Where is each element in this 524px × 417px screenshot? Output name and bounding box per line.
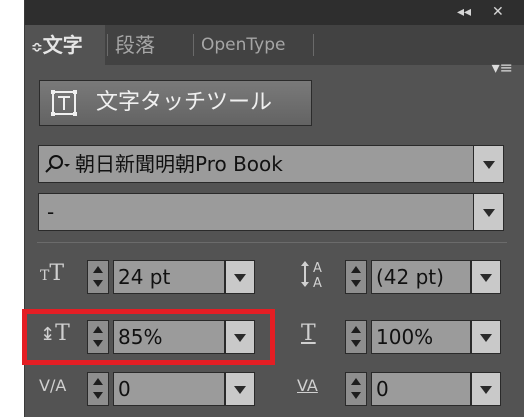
chevron-down-icon[interactable]	[471, 320, 501, 354]
tab-character-label: 文字	[42, 33, 83, 57]
font-family-value: 朝日新聞明朝Pro Book	[75, 152, 283, 176]
chevron-down-icon[interactable]	[473, 194, 503, 230]
tab-character[interactable]: ≎文字	[25, 25, 105, 65]
chevron-down-icon[interactable]	[471, 372, 501, 406]
tab-bar: ≎文字 段落 OpenType ▾≡	[25, 25, 524, 77]
leading-field[interactable]: (42 pt)	[371, 260, 471, 294]
font-size-stepper[interactable]	[87, 260, 109, 294]
horizontal-scale-stepper[interactable]	[345, 320, 367, 354]
chevron-down-icon[interactable]	[225, 372, 255, 406]
leading-icon: A A	[299, 258, 331, 291]
panel-menu-icon[interactable]: ▾≡	[492, 58, 513, 77]
font-size-icon: TT	[40, 261, 65, 286]
tab-divider	[313, 34, 314, 56]
tracking-stepper[interactable]	[345, 372, 367, 406]
tracking-field[interactable]: 0	[371, 372, 471, 406]
tracking-icon: VA	[297, 376, 318, 395]
chevron-down-icon[interactable]	[471, 260, 501, 294]
svg-text:A: A	[313, 261, 322, 276]
highlight-box	[22, 309, 275, 365]
section-divider	[37, 242, 507, 243]
chevron-down-icon[interactable]	[225, 260, 255, 294]
tab-divider	[193, 34, 194, 56]
tab-opentype[interactable]: OpenType	[201, 25, 321, 65]
font-style-value: -	[47, 200, 55, 224]
leading-stepper[interactable]	[345, 260, 367, 294]
collapse-icon[interactable]: ◂◂	[457, 3, 471, 21]
touch-type-tool-label: 文字タッチツール	[96, 90, 273, 115]
tab-paragraph[interactable]: 段落	[113, 25, 195, 65]
character-panel: ◂◂ ✕ ≎文字 段落 OpenType ▾≡ 文字タッチツール 朝日新聞明朝P…	[22, 0, 524, 417]
horizontal-scale-icon: T	[301, 321, 316, 346]
tab-divider	[107, 34, 108, 56]
font-size-field[interactable]: 24 pt	[113, 260, 225, 294]
touch-type-tool-button[interactable]: 文字タッチツール	[39, 80, 312, 126]
svg-text:A: A	[313, 276, 322, 290]
search-icon	[45, 155, 70, 173]
font-family-select[interactable]: 朝日新聞明朝Pro Book	[38, 145, 504, 183]
kerning-field[interactable]: 0	[113, 372, 225, 406]
touch-type-tool-icon	[51, 90, 77, 116]
tab-sort-icon: ≎	[31, 40, 43, 56]
kerning-stepper[interactable]	[87, 372, 109, 406]
panel-titlebar: ◂◂ ✕	[25, 0, 524, 25]
font-style-select[interactable]: -	[38, 193, 504, 231]
close-icon[interactable]: ✕	[492, 3, 504, 21]
horizontal-scale-field[interactable]: 100%	[371, 320, 471, 354]
kerning-icon: V/A	[39, 376, 67, 395]
chevron-down-icon[interactable]	[473, 146, 503, 182]
